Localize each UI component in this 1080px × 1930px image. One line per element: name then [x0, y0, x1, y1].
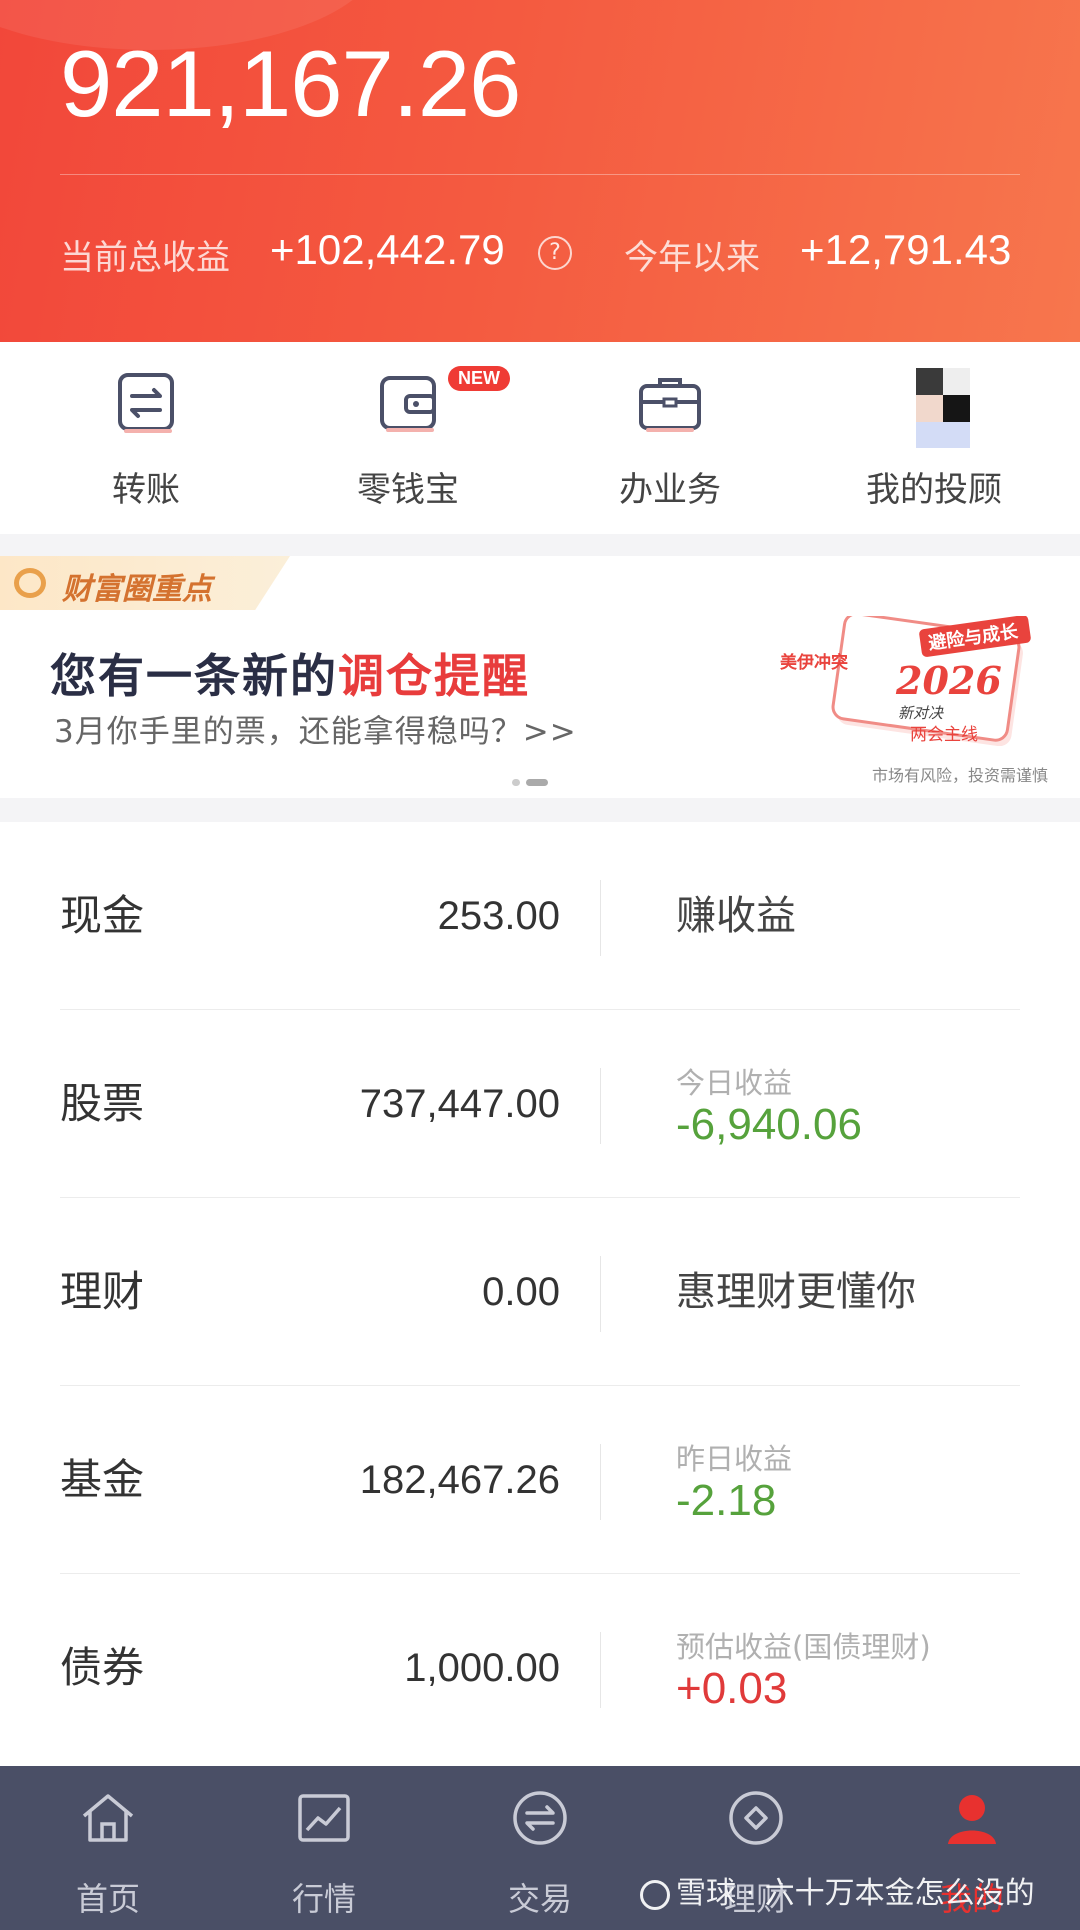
- business-button[interactable]: 办业务: [535, 342, 805, 534]
- exchange-icon: [513, 1791, 567, 1845]
- total-assets-value: 921,167.26: [60, 31, 521, 136]
- svg-text:两会主线: 两会主线: [910, 725, 978, 745]
- today-profit-value: -6,940.06: [676, 1100, 862, 1149]
- tag-logo-icon: [14, 568, 46, 598]
- help-icon[interactable]: ?: [538, 236, 572, 270]
- svg-text:美伊冲突: 美伊冲突: [780, 652, 848, 673]
- row-divider: [600, 1632, 601, 1708]
- wallet-icon: [380, 376, 436, 432]
- svg-text:2026: 2026: [895, 658, 1002, 703]
- banner-tag: 财富圈重点: [0, 556, 290, 610]
- watermark: 雪球 · 六十万本金怎么没的: [640, 1868, 1035, 1912]
- transfer-button[interactable]: 转账: [11, 342, 281, 534]
- banner-illustration: 避险与成长 美伊冲突 2026 新对决 两会主线: [780, 616, 1031, 746]
- advisor-label: 我的投顾: [866, 470, 1002, 510]
- nav-trade[interactable]: 交易: [432, 1766, 648, 1930]
- home-icon: [82, 1794, 134, 1842]
- nav-market[interactable]: 行情: [216, 1766, 432, 1930]
- carousel-indicator: [512, 772, 554, 791]
- asset-name: 现金: [60, 891, 145, 940]
- header-divider: [60, 174, 1020, 175]
- diamond-icon: [729, 1791, 783, 1845]
- asset-row-wealth[interactable]: 理财 0.00 惠理财更懂你: [60, 1198, 1020, 1386]
- asset-amount: 737,447.00: [359, 1082, 560, 1126]
- asset-name: 股票: [60, 1079, 145, 1128]
- banner-title: 您有一条新的调仓提醒: [50, 649, 530, 703]
- advisor-avatar: [916, 368, 970, 448]
- asset-row-cash[interactable]: 现金 253.00 赚收益: [60, 822, 1020, 1010]
- wealth-promo-link[interactable]: 惠理财更懂你: [676, 1198, 916, 1386]
- asset-amount: 0.00: [482, 1270, 560, 1314]
- asset-amount: 253.00: [437, 894, 560, 938]
- risk-disclaimer: 市场有风险，投资需谨慎: [871, 766, 1048, 785]
- advisor-button[interactable]: 我的投顾: [799, 342, 1069, 534]
- total-profit-value: +102,442.79: [270, 226, 505, 273]
- row-divider: [600, 880, 601, 956]
- svg-text:新对决: 新对决: [898, 704, 944, 722]
- row-divider: [600, 1444, 601, 1520]
- earn-yield-link[interactable]: 赚收益: [676, 822, 796, 1010]
- asset-name: 基金: [60, 1455, 145, 1504]
- nav-home[interactable]: 首页: [0, 1766, 216, 1930]
- asset-name: 理财: [60, 1267, 145, 1316]
- total-profit-label: 当前总收益: [60, 238, 230, 278]
- snowball-logo-icon: [640, 1879, 670, 1910]
- yesterday-profit-label: 昨日收益: [676, 1442, 793, 1476]
- asset-amount: 1,000.00: [404, 1646, 560, 1690]
- wallet-label: 零钱宝: [357, 470, 459, 510]
- chart-icon: [298, 1794, 350, 1842]
- ytd-profit-label: 今年以来: [624, 238, 760, 278]
- asset-name: 债券: [60, 1643, 145, 1692]
- asset-list: 现金 253.00 赚收益 股票 737,447.00 今日收益 -6,940.…: [0, 822, 1080, 1768]
- transfer-icon: [118, 373, 174, 433]
- quick-actions: 转账 NEW 零钱宝 办业务 我的投顾: [0, 342, 1080, 534]
- transfer-label: 转账: [112, 470, 180, 510]
- asset-amount: 182,467.26: [359, 1458, 560, 1502]
- account-header: 921,167.26 当前总收益 +102,442.79 ? 今年以来 +12,…: [0, 0, 1080, 342]
- briefcase-icon: [639, 378, 701, 432]
- banner-subtitle: 3月你手里的票，还能拿得稳吗？>>: [54, 714, 577, 750]
- row-divider: [600, 1256, 601, 1332]
- estimated-profit-value: +0.03: [676, 1664, 788, 1713]
- new-badge: NEW: [448, 366, 510, 391]
- asset-row-stocks[interactable]: 股票 737,447.00 今日收益 -6,940.06: [60, 1010, 1020, 1198]
- ytd-profit-value: +12,791.43: [800, 226, 1012, 273]
- business-label: 办业务: [619, 470, 721, 510]
- row-divider: [600, 1068, 601, 1144]
- asset-row-funds[interactable]: 基金 182,467.26 昨日收益 -2.18: [60, 1386, 1020, 1574]
- estimated-profit-label: 预估收益(国债理财): [676, 1630, 931, 1664]
- asset-row-bonds[interactable]: 债券 1,000.00 预估收益(国债理财) +0.03: [60, 1574, 1020, 1762]
- yesterday-profit-value: -2.18: [676, 1476, 777, 1525]
- wallet-button[interactable]: NEW 零钱宝: [273, 342, 543, 534]
- user-icon: [948, 1795, 996, 1844]
- promo-banner[interactable]: 财富圈重点 您有一条新的调仓提醒 3月你手里的票，还能拿得稳吗？>> 避险与成长…: [0, 556, 1080, 798]
- today-profit-label: 今日收益: [676, 1066, 793, 1100]
